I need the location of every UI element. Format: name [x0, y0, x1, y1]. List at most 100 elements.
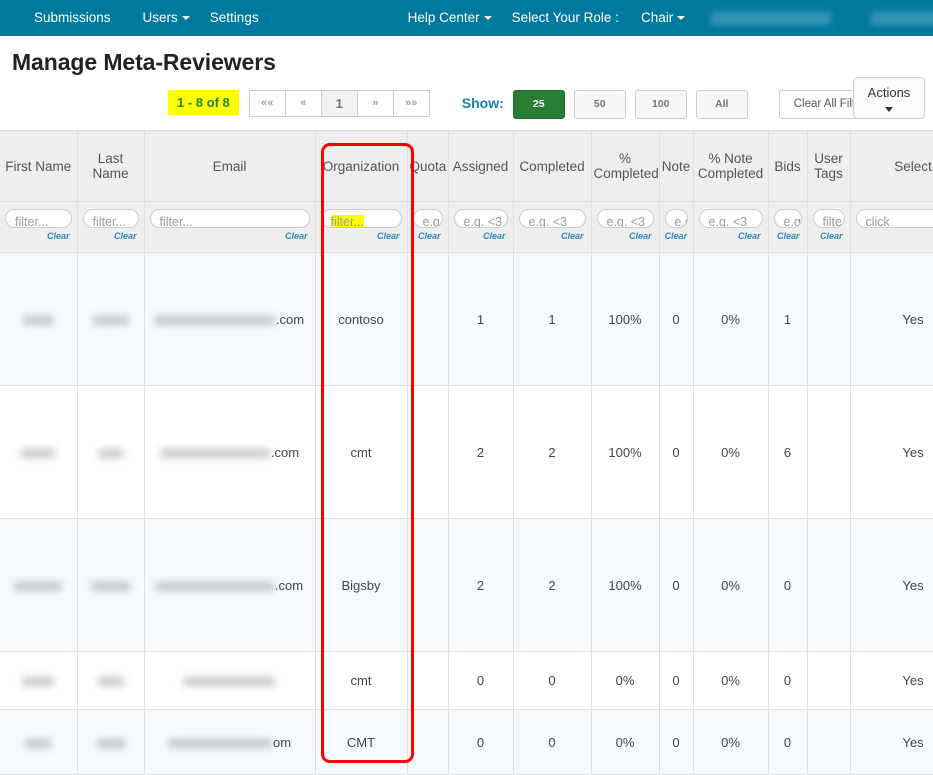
- redacted-last-name: [93, 316, 129, 325]
- filter-cell-note: e.g Clear: [659, 202, 693, 253]
- cell-select[interactable]: Yes: [850, 253, 933, 386]
- cell-pct-note-completed: 0%: [693, 253, 768, 386]
- cell-assigned[interactable]: 2: [448, 386, 513, 519]
- pager-first-button[interactable]: ««: [249, 90, 286, 117]
- email-suffix: om: [273, 735, 291, 750]
- filter-input-quota[interactable]: e.g.: [413, 209, 443, 228]
- filter-clear-bids[interactable]: Clear: [774, 231, 802, 241]
- filter-clear-quota[interactable]: Clear: [413, 231, 443, 241]
- cell-assigned[interactable]: 2: [448, 519, 513, 652]
- col-header-pct-note-completed[interactable]: % Note Completed: [693, 131, 768, 202]
- pager-page-1-button[interactable]: 1: [321, 90, 358, 117]
- table-row[interactable]: cmt 0 0 0% 0 0% 0 Yes: [0, 652, 933, 710]
- meta-reviewers-table-container: First Name Last Name Email Organization …: [0, 130, 933, 775]
- redacted-first-name: [23, 316, 53, 325]
- filter-input-select[interactable]: click: [856, 209, 933, 228]
- col-header-pct-completed[interactable]: % Completed: [591, 131, 659, 202]
- redacted-user-name: [711, 12, 831, 25]
- filter-clear-pct-completed[interactable]: Clear: [597, 231, 654, 241]
- col-header-first-name[interactable]: First Name: [0, 131, 77, 202]
- table-row[interactable]: .com Bigsby 2 2 100% 0 0% 0 Yes: [0, 519, 933, 652]
- filter-input-note[interactable]: e.g: [665, 209, 688, 228]
- filter-clear-email[interactable]: Clear: [150, 231, 310, 241]
- cell-quota: [407, 386, 448, 519]
- filter-cell-user-tags: filte Clear: [807, 202, 850, 253]
- filter-clear-last-name[interactable]: Clear: [83, 231, 139, 241]
- filter-input-completed[interactable]: e.g. <3: [519, 209, 586, 228]
- filter-input-assigned[interactable]: e.g. <3: [454, 209, 508, 228]
- nav-item-submissions[interactable]: Submissions: [18, 0, 127, 36]
- cell-select[interactable]: Yes: [850, 652, 933, 710]
- filter-input-pct-completed[interactable]: e.g. <3: [597, 209, 654, 228]
- cell-bids: 0: [768, 519, 807, 652]
- filter-input-organization[interactable]: filter...: [321, 209, 402, 228]
- col-header-last-name[interactable]: Last Name: [77, 131, 144, 202]
- table-row[interactable]: .com cmt 2 2 100% 0 0% 6 Yes: [0, 386, 933, 519]
- cell-select[interactable]: Yes: [850, 386, 933, 519]
- filter-cell-email: filter... Clear: [144, 202, 315, 253]
- filter-organization-highlight: filter...: [331, 215, 364, 228]
- filter-cell-last-name: filter... Clear: [77, 202, 144, 253]
- cell-user-tags: [807, 253, 850, 386]
- cell-assigned[interactable]: 1: [448, 253, 513, 386]
- filter-input-pct-note-completed[interactable]: e.g. <3: [699, 209, 763, 228]
- cell-completed: 2: [513, 386, 591, 519]
- redacted-last-name: [98, 677, 124, 686]
- actions-dropdown-button[interactable]: Actions: [853, 77, 925, 119]
- table-row[interactable]: .com contoso 1 1 100% 0 0% 1 Yes: [0, 253, 933, 386]
- col-header-assigned[interactable]: Assigned: [448, 131, 513, 202]
- filter-input-user-tags[interactable]: filte: [813, 209, 845, 228]
- filter-clear-pct-note-completed[interactable]: Clear: [699, 231, 763, 241]
- col-header-select[interactable]: Select: [850, 131, 933, 202]
- filter-input-bids[interactable]: e.g: [774, 209, 802, 228]
- nav-item-settings[interactable]: Settings: [194, 0, 275, 36]
- filter-clear-first-name[interactable]: Clear: [5, 231, 72, 241]
- filter-clear-select[interactable]: C: [856, 231, 933, 241]
- filter-input-first-name[interactable]: filter...: [5, 209, 72, 228]
- cell-completed: 2: [513, 519, 591, 652]
- redacted-email: [183, 677, 275, 686]
- role-value-label: Chair: [641, 10, 673, 25]
- col-header-completed[interactable]: Completed: [513, 131, 591, 202]
- redacted-last-name: [97, 739, 125, 748]
- page-size-25-button[interactable]: 25: [513, 90, 565, 119]
- filter-clear-organization[interactable]: Clear: [321, 231, 402, 241]
- nav-item-users[interactable]: Users: [127, 0, 194, 36]
- pager-next-button[interactable]: »: [357, 90, 394, 117]
- cell-pct-completed: 0%: [591, 652, 659, 710]
- nav-item-role-chair[interactable]: Chair: [625, 0, 689, 36]
- col-header-email[interactable]: Email: [144, 131, 315, 202]
- filter-clear-note[interactable]: Clear: [665, 231, 688, 241]
- cell-note: 0: [659, 519, 693, 652]
- col-header-note[interactable]: Note: [659, 131, 693, 202]
- filter-cell-select: click C: [850, 202, 933, 253]
- filter-cell-assigned: e.g. <3 Clear: [448, 202, 513, 253]
- page-size-50-button[interactable]: 50: [574, 90, 626, 119]
- page-title: Manage Meta-Reviewers: [0, 36, 933, 76]
- meta-reviewers-table: First Name Last Name Email Organization …: [0, 131, 933, 775]
- nav-item-help-center[interactable]: Help Center: [392, 0, 496, 36]
- page-size-100-button[interactable]: 100: [635, 90, 687, 119]
- pager-last-button[interactable]: »»: [393, 90, 430, 117]
- filter-input-last-name[interactable]: filter...: [83, 209, 139, 228]
- cell-organization: Bigsby: [315, 519, 407, 652]
- page-size-all-button[interactable]: All: [696, 90, 748, 119]
- filter-clear-assigned[interactable]: Clear: [454, 231, 508, 241]
- pager-prev-button[interactable]: «: [285, 90, 322, 117]
- filter-cell-pct-note-completed: e.g. <3 Clear: [693, 202, 768, 253]
- email-suffix: .com: [275, 578, 303, 593]
- col-header-organization[interactable]: Organization: [315, 131, 407, 202]
- cell-organization: cmt: [315, 386, 407, 519]
- filter-input-email[interactable]: filter...: [150, 209, 310, 228]
- redacted-first-name: [25, 739, 51, 748]
- cell-user-tags: [807, 386, 850, 519]
- cell-last-name: [77, 253, 144, 386]
- col-header-user-tags[interactable]: User Tags: [807, 131, 850, 202]
- col-header-quota[interactable]: Quota: [407, 131, 448, 202]
- filter-clear-user-tags[interactable]: Clear: [813, 231, 845, 241]
- col-header-bids[interactable]: Bids: [768, 131, 807, 202]
- cell-select[interactable]: Yes: [850, 519, 933, 652]
- redacted-last-name: [91, 582, 131, 591]
- filter-clear-completed[interactable]: Clear: [519, 231, 586, 241]
- cell-assigned[interactable]: 0: [448, 652, 513, 710]
